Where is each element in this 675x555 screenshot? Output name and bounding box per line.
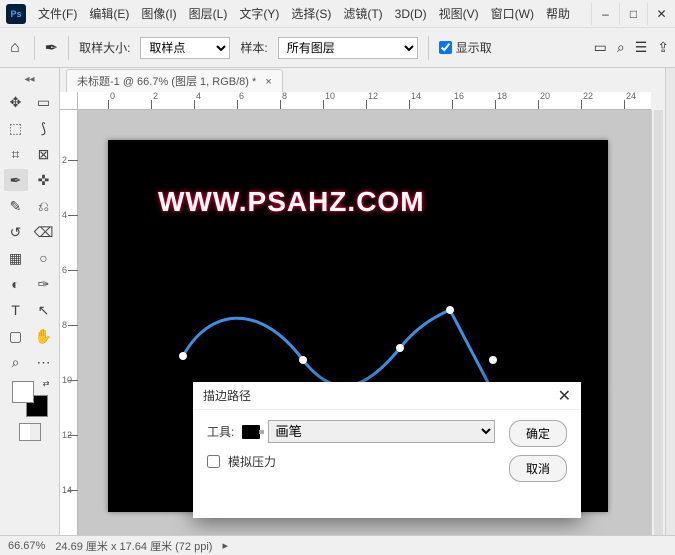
healing-tool-icon[interactable]: ✜ (32, 169, 56, 191)
brush-icon (242, 425, 260, 439)
panel-icon[interactable]: ▭ (594, 39, 607, 56)
right-dock-strip[interactable] (665, 68, 675, 535)
show-overlay-label: 显示取 (456, 39, 492, 56)
tool-panel: ◂◂ ✥ ▭ ⬚ ⟆ ⌗ ⊠ ✒ ✜ ✎ ⎌ ↺ ⌫ ▦ ○ ◐ ✑ T ↖ ▢… (0, 68, 60, 535)
stroke-path-dialog: 描边路径 ✕ 工具: 画笔 (193, 382, 581, 518)
tool-label: 工具: (207, 423, 234, 440)
status-menu-icon[interactable]: ▸ (222, 539, 228, 552)
show-overlay-checkbox[interactable] (439, 41, 452, 54)
marquee-tool-icon[interactable]: ⬚ (4, 117, 28, 139)
lasso-tool-icon[interactable]: ⟆ (32, 117, 56, 139)
document-info[interactable]: 24.69 厘米 x 17.64 厘米 (72 ppi) (55, 538, 212, 554)
menu-type[interactable]: 文字(Y) (233, 1, 285, 26)
artboard-tool-icon[interactable]: ▭ (32, 91, 56, 113)
workspace: ◂◂ ✥ ▭ ⬚ ⟆ ⌗ ⊠ ✒ ✜ ✎ ⎌ ↺ ⌫ ▦ ○ ◐ ✑ T ↖ ▢… (0, 68, 675, 535)
menu-select[interactable]: 选择(S) (285, 1, 337, 26)
ruler-wrap: 02468101214161820222426 2468101214 WWW.P… (60, 92, 665, 535)
move-tool-icon[interactable]: ✥ (4, 91, 28, 113)
crop-tool-icon[interactable]: ⌗ (4, 143, 28, 165)
ruler-corner (60, 92, 78, 110)
menu-edit[interactable]: 编辑(E) (83, 1, 135, 26)
share-icon[interactable]: ⇪ (657, 39, 669, 56)
tab-close-icon[interactable]: × (265, 76, 271, 88)
home-icon[interactable]: ⌂ (6, 37, 24, 59)
hand-tool-icon[interactable]: ✋ (32, 325, 56, 347)
title-bar: Ps 文件(F) 编辑(E) 图像(I) 图层(L) 文字(Y) 选择(S) 滤… (0, 0, 675, 28)
maximize-button[interactable]: □ (619, 3, 647, 25)
sample-size-select[interactable]: 取样点 (140, 37, 230, 59)
more-icon[interactable]: ☰ (635, 39, 648, 56)
menu-image[interactable]: 图像(I) (135, 1, 182, 26)
simulate-pressure-checkbox[interactable] (207, 455, 220, 468)
show-overlay-check[interactable]: 显示取 (439, 39, 492, 56)
history-brush-icon[interactable]: ↺ (4, 221, 28, 243)
brush-tool-icon[interactable]: ✎ (4, 195, 28, 217)
document-tab[interactable]: 未标题-1 @ 66.7% (图层 1, RGB/8) * × (66, 69, 283, 92)
minimize-button[interactable]: – (591, 3, 619, 25)
collapse-toolbar-icon[interactable]: ◂◂ (6, 72, 54, 87)
separator (68, 36, 69, 60)
app-logo: Ps (6, 4, 26, 24)
separator (34, 36, 35, 60)
eraser-tool-icon[interactable]: ⌫ (32, 221, 56, 243)
zoom-level[interactable]: 66.67% (8, 540, 45, 552)
pen-tool-icon[interactable]: ✑ (32, 273, 56, 295)
sample-label: 样本: (240, 39, 267, 56)
window-controls: – □ ✕ (591, 3, 675, 25)
ok-button[interactable]: 确定 (509, 420, 567, 447)
simulate-pressure-label: 模拟压力 (228, 453, 276, 470)
eyedropper-tool-icon[interactable]: ✒ (4, 169, 28, 191)
ruler-vertical[interactable]: 2468101214 (60, 110, 78, 535)
blur-tool-icon[interactable]: ○ (32, 247, 56, 269)
search-icon[interactable]: ⌕ (617, 39, 625, 56)
menu-layer[interactable]: 图层(L) (183, 1, 234, 26)
canvas[interactable]: WWW.PSAHZ.COM 描边路径 ✕ (108, 140, 608, 512)
sample-select[interactable]: 所有图层 (278, 37, 418, 59)
dialog-header[interactable]: 描边路径 ✕ (193, 382, 581, 410)
dialog-title: 描边路径 (203, 387, 251, 404)
type-tool-icon[interactable]: T (4, 299, 28, 321)
ruler-horizontal[interactable]: 02468101214161820222426 (78, 92, 651, 110)
swap-colors-icon[interactable]: ⇄ (43, 379, 50, 388)
menu-filter[interactable]: 滤镜(T) (337, 1, 388, 26)
status-bar: 66.67% 24.69 厘米 x 17.64 厘米 (72 ppi) ▸ (0, 535, 675, 555)
sample-size-label: 取样大小: (79, 39, 130, 56)
canvas-stage[interactable]: WWW.PSAHZ.COM 描边路径 ✕ (78, 110, 651, 535)
frame-tool-icon[interactable]: ⊠ (32, 143, 56, 165)
menu-file[interactable]: 文件(F) (32, 1, 83, 26)
foreground-color[interactable] (12, 381, 34, 403)
path-select-icon[interactable]: ↖ (32, 299, 56, 321)
clone-tool-icon[interactable]: ⎌ (32, 195, 56, 217)
scrollbar-vertical[interactable] (651, 110, 665, 535)
menu-bar: 文件(F) 编辑(E) 图像(I) 图层(L) 文字(Y) 选择(S) 滤镜(T… (32, 0, 576, 27)
canvas-area: 未标题-1 @ 66.7% (图层 1, RGB/8) * × 02468101… (60, 68, 665, 535)
options-bar: ⌂ ✒ 取样大小: 取样点 样本: 所有图层 显示取 ▭ ⌕ ☰ ⇪ (0, 28, 675, 68)
menu-3d[interactable]: 3D(D) (389, 3, 433, 25)
zoom-tool-icon[interactable]: ⌕ (4, 351, 28, 373)
eyedropper-tool-icon[interactable]: ✒ (45, 38, 58, 58)
close-button[interactable]: ✕ (647, 3, 675, 25)
dodge-tool-icon[interactable]: ◐ (4, 273, 28, 295)
quick-mask-icon[interactable] (19, 423, 41, 441)
menu-help[interactable]: 帮助 (540, 1, 576, 26)
color-swatch[interactable]: ⇄ (12, 381, 48, 417)
tool-select[interactable]: 画笔 (268, 420, 495, 443)
document-tab-title: 未标题-1 @ 66.7% (图层 1, RGB/8) * (77, 76, 256, 88)
cancel-button[interactable]: 取消 (509, 455, 567, 482)
menu-window[interactable]: 窗口(W) (485, 1, 540, 26)
menu-view[interactable]: 视图(V) (433, 1, 485, 26)
dialog-close-icon[interactable]: ✕ (558, 386, 571, 406)
document-tab-bar: 未标题-1 @ 66.7% (图层 1, RGB/8) * × (60, 68, 665, 92)
rectangle-tool-icon[interactable]: ▢ (4, 325, 28, 347)
gradient-tool-icon[interactable]: ▦ (4, 247, 28, 269)
edit-toolbar-icon[interactable]: ⋯ (32, 351, 56, 373)
separator (428, 36, 429, 60)
